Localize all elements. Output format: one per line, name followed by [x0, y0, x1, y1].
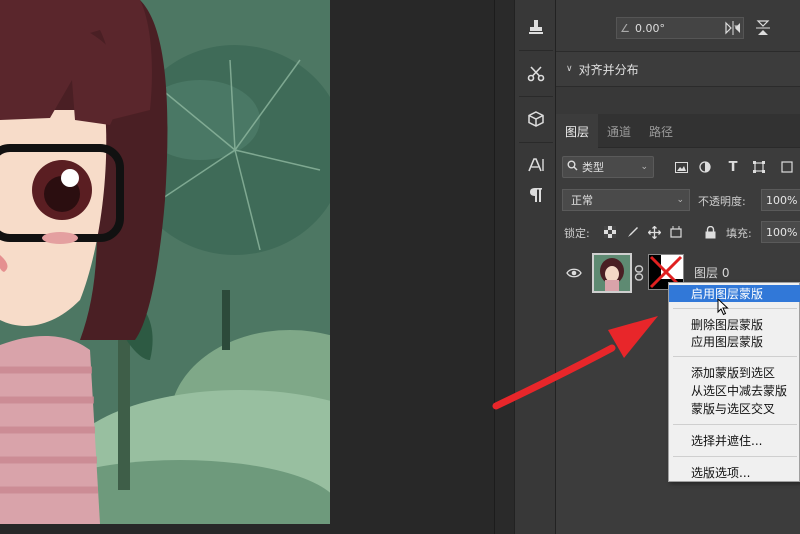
lock-image-pixels-icon[interactable]	[624, 224, 640, 240]
opacity-label: 不透明度:	[698, 195, 746, 208]
illustration	[0, 0, 330, 524]
blend-opacity-row: 正常 ⌄ 不透明度: 100%	[556, 188, 800, 212]
tab-channels[interactable]: 通道	[598, 114, 640, 148]
align-distribute-section[interactable]: ∨ 对齐并分布	[556, 52, 800, 86]
paragraph-icon[interactable]	[523, 182, 549, 208]
flip-horizontal-icon[interactable]	[722, 17, 744, 39]
menu-separator	[673, 424, 797, 425]
menu-separator	[673, 356, 797, 357]
chevron-down-icon: ⌄	[640, 162, 648, 172]
mask-link-icon[interactable]	[634, 265, 646, 281]
canvas-artwork[interactable]	[0, 0, 330, 524]
tab-layers[interactable]: 图层	[556, 114, 599, 148]
menu-separator	[673, 456, 797, 457]
layer-filter-row: 类型 ⌄ T	[556, 154, 800, 180]
menu-item-mask-options[interactable]: 选版选项...	[669, 464, 800, 481]
fill-label: 填充:	[726, 227, 752, 240]
menu-separator	[673, 308, 797, 309]
tool-separator	[519, 50, 553, 51]
search-icon	[567, 160, 578, 174]
lock-all-icon[interactable]	[702, 224, 718, 240]
mouse-cursor-icon	[717, 297, 729, 316]
tab-paths[interactable]: 路径	[640, 114, 682, 148]
character-icon[interactable]	[523, 152, 549, 178]
angle-icon: ∠	[620, 21, 630, 35]
menu-item-select-and-mask[interactable]: 选择并遮住...	[669, 432, 800, 449]
lock-fill-row: 锁定: 填充: 100%	[556, 220, 800, 244]
smart-object-filter-icon[interactable]	[778, 158, 796, 176]
tool-separator	[519, 96, 553, 97]
layer-filter-label: 类型	[582, 161, 604, 174]
chevron-down-icon: ∨	[566, 64, 573, 74]
layer-name[interactable]: 图层 0	[694, 264, 729, 281]
menu-item-delete-layer-mask[interactable]: 删除图层蒙版	[669, 316, 800, 333]
menu-item-subtract-mask-from-selection[interactable]: 从选区中减去蒙版	[669, 382, 800, 399]
panel-divider	[494, 0, 514, 534]
rotation-angle-value: 0.00°	[635, 21, 665, 35]
lock-position-icon[interactable]	[646, 224, 662, 240]
eye-icon[interactable]	[566, 265, 582, 279]
shape-filter-icon[interactable]	[750, 158, 768, 176]
menu-item-apply-layer-mask[interactable]: 应用图层蒙版	[669, 333, 800, 350]
menu-item-enable-layer-mask[interactable]: 启用图层蒙版	[669, 285, 800, 302]
stamp-icon[interactable]	[523, 14, 549, 40]
cube-icon[interactable]	[523, 106, 549, 132]
menu-item-intersect-mask-with-selection[interactable]: 蒙版与选区交叉	[669, 400, 800, 417]
chevron-down-icon: ⌄	[676, 195, 684, 205]
fill-field[interactable]: 100%	[761, 221, 800, 243]
lock-artboard-icon[interactable]	[668, 224, 684, 240]
scissors-icon[interactable]	[523, 60, 549, 86]
document-canvas-area[interactable]	[0, 0, 494, 534]
type-filter-icon[interactable]: T	[724, 158, 742, 176]
panel-gap	[556, 86, 800, 114]
menu-item-add-mask-to-selection[interactable]: 添加蒙版到选区	[669, 364, 800, 381]
blend-mode-select[interactable]: 正常 ⌄	[562, 189, 690, 211]
transform-properties: ∠ 0.00° ▾	[556, 0, 800, 52]
lock-transparent-pixels-icon[interactable]	[602, 224, 618, 240]
lock-label: 锁定:	[564, 227, 590, 240]
layers-panel-tabs: 图层 通道 路径	[556, 114, 800, 148]
opacity-field[interactable]: 100%	[761, 189, 800, 211]
image-filter-icon[interactable]	[672, 158, 690, 176]
tool-separator	[519, 142, 553, 143]
layer-mask-context-menu: 启用图层蒙版 删除图层蒙版 应用图层蒙版 添加蒙版到选区 从选区中减去蒙版 蒙版…	[668, 282, 800, 482]
layer-thumbnail[interactable]	[592, 253, 632, 293]
adjustment-filter-icon[interactable]	[696, 158, 714, 176]
flip-vertical-icon[interactable]	[752, 17, 774, 39]
panel-icon-strip	[514, 0, 556, 534]
align-distribute-title: 对齐并分布	[578, 62, 639, 77]
blend-mode-value: 正常	[571, 194, 593, 207]
layer-filter-select[interactable]: 类型 ⌄	[562, 156, 654, 178]
